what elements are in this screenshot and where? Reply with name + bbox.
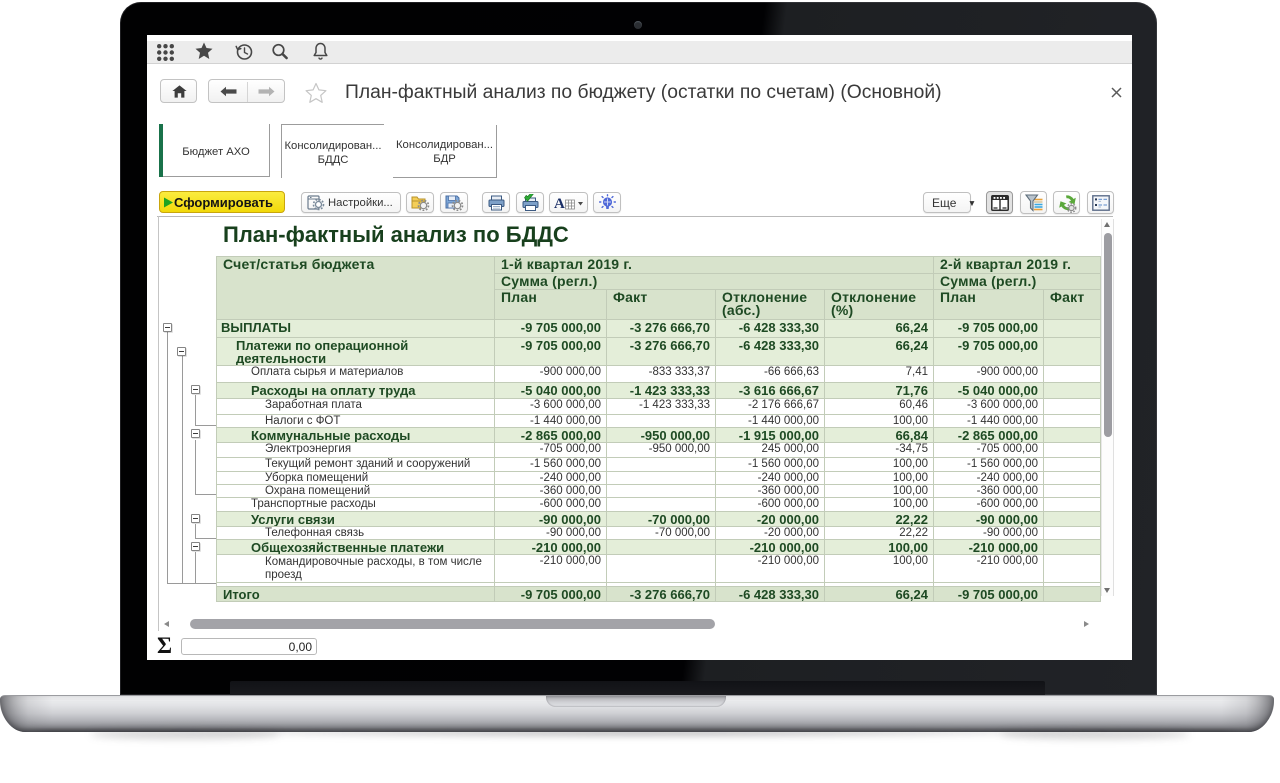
svg-text:A: A [554, 196, 565, 210]
